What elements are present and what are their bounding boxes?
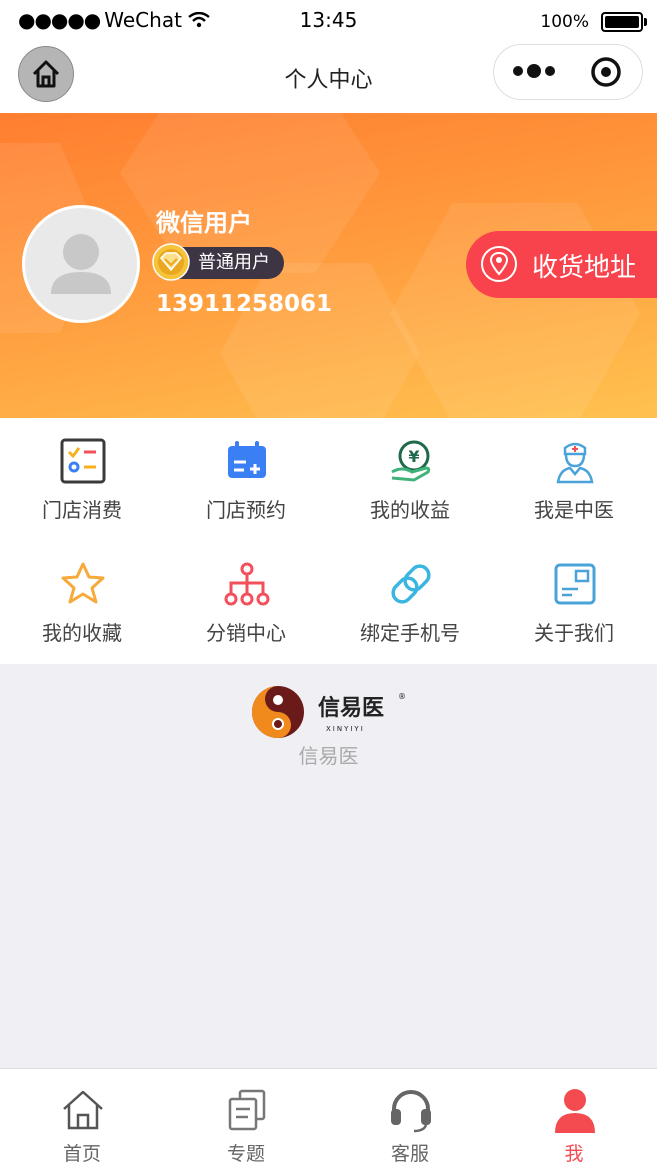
tab-topics[interactable]: 专题: [164, 1069, 328, 1171]
vip-diamond-icon: [152, 243, 190, 281]
calendar-icon: [228, 441, 266, 478]
shipping-address-button[interactable]: 收货地址: [466, 231, 657, 298]
battery-icon: [601, 12, 647, 32]
tab-label: 首页: [62, 1143, 101, 1165]
member-level-label: 普通用户: [198, 252, 270, 273]
grid-item-my-earnings[interactable]: ¥ 我的收益: [328, 418, 492, 541]
grid-item-distribution-center[interactable]: 分销中心: [164, 541, 328, 664]
link-icon: [391, 564, 431, 604]
grid-item-label: 门店消费: [42, 498, 122, 522]
close-miniprogram-icon[interactable]: [590, 56, 622, 88]
topics-icon: [228, 1089, 266, 1131]
network-icon: [224, 562, 270, 606]
home-icon: [63, 1090, 103, 1130]
battery-percentage: 100%: [540, 12, 589, 32]
yuan-hand-icon: ¥: [391, 440, 431, 482]
checklist-icon: [60, 438, 106, 484]
grid-item-i-am-tcm-doctor[interactable]: 我是中医: [492, 418, 656, 541]
status-bar: ●●●●● WeChat 13:45 100%: [0, 0, 657, 40]
user-icon: [555, 1089, 595, 1133]
doctor-icon: [556, 442, 594, 484]
phone-number: 13911258061: [156, 291, 333, 317]
member-level-badge: 普通用户: [152, 243, 284, 281]
tab-bar: 首页 专题 客服 我: [0, 1068, 657, 1171]
grid-item-label: 关于我们: [534, 621, 614, 645]
logo-pinyin: XINYIYI: [326, 725, 365, 733]
tab-me[interactable]: 我: [492, 1069, 656, 1171]
grid-item-store-consumption[interactable]: 门店消费: [0, 418, 164, 541]
shipping-address-label: 收货地址: [532, 253, 637, 283]
more-icon[interactable]: [512, 55, 558, 87]
grid-item-label: 我的收益: [370, 498, 450, 522]
grid-item-label: 我是中医: [534, 498, 614, 522]
tab-label: 我: [564, 1143, 584, 1165]
grid-item-label: 绑定手机号: [360, 621, 460, 645]
grid-item-store-booking[interactable]: 门店预约: [164, 418, 328, 541]
brand-logo: 信易医 XINYIYI ®: [252, 686, 406, 738]
location-pin-icon: [481, 246, 517, 282]
navigation-bar: 个人中心: [0, 40, 657, 113]
logo-wordmark: 信易医: [318, 695, 384, 721]
tab-customer-service[interactable]: 客服: [328, 1069, 492, 1171]
grid-item-bind-phone[interactable]: 绑定手机号: [328, 541, 492, 664]
feature-grid: 门店消费 门店预约 ¥ 我的收益 我是中医 我的收藏 分销中心 绑定手机号 关于…: [0, 418, 657, 664]
mini-program-capsule: [493, 44, 643, 100]
profile-header: 微信用户 普通用户 13911258061 收货地址: [0, 113, 657, 418]
headset-icon: [391, 1090, 431, 1133]
tab-home[interactable]: 首页: [0, 1069, 164, 1171]
grid-item-about-us[interactable]: 关于我们: [492, 541, 656, 664]
avatar[interactable]: [22, 205, 140, 323]
grid-item-label: 分销中心: [206, 621, 286, 645]
grid-item-label: 我的收藏: [42, 621, 122, 645]
card-icon: [554, 563, 596, 605]
svg-text:¥: ¥: [408, 447, 419, 466]
star-icon: [61, 562, 105, 604]
grid-item-my-favorites[interactable]: 我的收藏: [0, 541, 164, 664]
svg-text:®: ®: [398, 692, 406, 701]
tab-label: 客服: [390, 1143, 429, 1165]
tab-label: 专题: [226, 1143, 265, 1165]
username: 微信用户: [156, 209, 252, 237]
default-avatar-icon: [51, 234, 111, 294]
grid-item-label: 门店预约: [206, 498, 286, 522]
brand-caption: 信易医: [298, 744, 359, 768]
